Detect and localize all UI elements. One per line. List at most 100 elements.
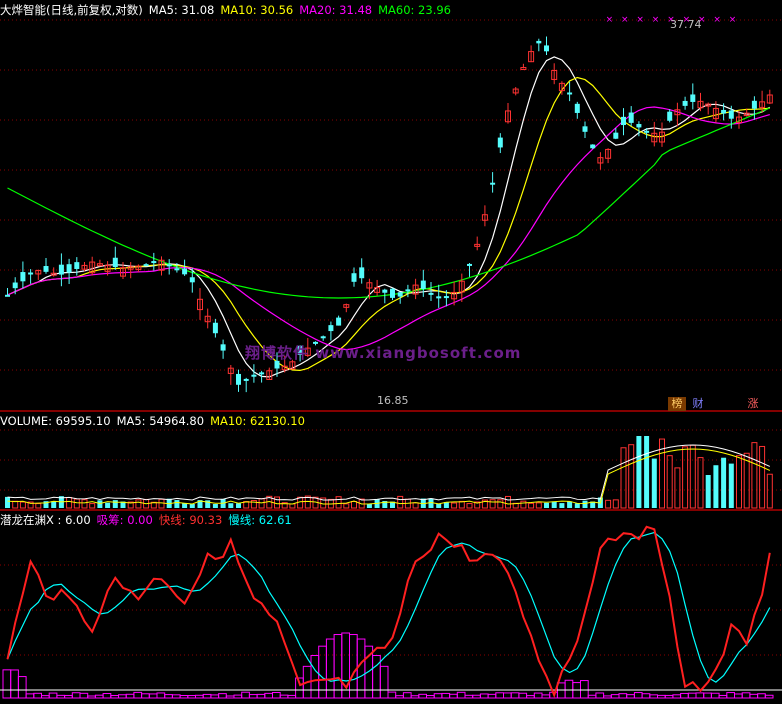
volume-bar: [73, 498, 80, 509]
volume-bar: [666, 455, 673, 509]
accumulation-bar: [310, 655, 320, 699]
volume-bar: [343, 503, 350, 509]
vol-ma5-label: MA5: 54964.80: [116, 414, 205, 428]
candle: [182, 268, 188, 275]
candle: [636, 124, 642, 128]
candle: [251, 374, 257, 377]
volume-bar: [182, 503, 188, 508]
volume-bar: [674, 467, 681, 509]
candle: [644, 130, 650, 133]
volume-bar: [135, 499, 142, 509]
accumulation-bar: [510, 692, 520, 699]
accumulation-bar: [179, 695, 189, 699]
candle: [728, 110, 734, 119]
candle: [382, 289, 388, 293]
signal-marker: ×: [652, 15, 660, 25]
ma10-line: [7, 76, 770, 372]
tag-bang[interactable]: 榜: [668, 397, 686, 411]
candle: [20, 272, 26, 282]
accumulation-bar: [325, 638, 335, 699]
volume-bar: [35, 503, 42, 509]
volume-bar: [605, 499, 612, 509]
main-panel-header: 大烨智能(日线,前复权,对数) MA5: 31.08 MA10: 30.56 MA20…: [0, 2, 457, 18]
accumulation-bar: [241, 691, 250, 699]
candle: [189, 277, 195, 283]
accumulation-bar: [734, 693, 743, 699]
accumulation-bar: [256, 693, 266, 699]
ma-lines: [7, 56, 771, 378]
accumulation-bar: [125, 693, 135, 699]
accumulation-bar: [426, 695, 435, 699]
candle: [5, 294, 10, 297]
grid-lines: [0, 19, 782, 656]
volume-bar: [274, 496, 280, 509]
volume-bar: [5, 496, 10, 508]
accumulation-bar: [441, 692, 451, 699]
candle: [690, 94, 696, 102]
accumulation-bar: [87, 695, 96, 699]
accumulation-bar: [541, 694, 551, 699]
volume-bar: [628, 444, 635, 509]
xichou-label: 吸筹: 0.00: [96, 513, 153, 527]
accumulation-bar: [156, 692, 166, 699]
candle: [574, 103, 580, 113]
accumulation-bar: [672, 694, 682, 699]
ma5-line: [7, 56, 771, 378]
candle: [359, 267, 365, 279]
candle: [28, 272, 34, 275]
ma5-label: MA5: 31.08: [148, 3, 215, 17]
accumulation-bar: [449, 693, 458, 699]
accumulation-bar: [118, 694, 127, 699]
accumulation-bar: [33, 692, 42, 699]
accumulation-bar: [657, 694, 666, 699]
volume-bar: [397, 495, 404, 509]
indicator-lines: [0, 525, 782, 699]
candle: [143, 264, 149, 267]
accumulation-bar: [64, 694, 73, 699]
candle: [443, 296, 449, 299]
accumulation-bar: [749, 693, 759, 699]
accumulation-bar: [487, 693, 497, 699]
volume-bar: [551, 501, 557, 508]
candle: [582, 126, 588, 132]
volume-bar: [651, 458, 657, 508]
volume-bar: [689, 444, 696, 509]
candle: [467, 263, 472, 266]
volume-bar: [89, 503, 96, 509]
tag-cai[interactable]: 财: [689, 397, 707, 411]
candle: [328, 325, 334, 332]
slow-line: [6, 531, 771, 683]
stock-title[interactable]: 大烨智能(日线,前复权,对数): [0, 3, 143, 17]
accumulation-bar: [372, 655, 381, 699]
accumulation-bar: [48, 692, 58, 699]
candle: [112, 257, 118, 267]
accumulation-bar: [410, 695, 420, 699]
candle: [74, 262, 80, 269]
accumulation-bar: [171, 694, 181, 699]
accumulation-bar: [718, 694, 728, 699]
accumulation-bar: [272, 692, 281, 699]
candle: [567, 92, 573, 95]
candle: [420, 280, 426, 289]
kuaixian-label: 快线: 90.33: [158, 513, 223, 527]
accumulation-bar: [641, 693, 651, 699]
accumulation-bar: [703, 692, 712, 699]
accumulation-bar: [333, 634, 343, 699]
candle: [212, 322, 218, 334]
candle: [544, 45, 549, 52]
accumulation-bar: [110, 695, 120, 699]
volume-bar: [335, 496, 342, 509]
volume-bar: [582, 500, 588, 508]
tag-zhang[interactable]: 涨: [744, 397, 762, 411]
accumulation-bar: [94, 694, 104, 699]
candle: [66, 264, 72, 273]
candle: [428, 292, 434, 295]
accumulation-bar: [402, 692, 412, 699]
candle: [166, 264, 172, 267]
indicator-name[interactable]: 潜龙在渊X : 6.00: [0, 513, 91, 527]
accumulation-bar: [202, 693, 212, 699]
accumulation-bar: [148, 693, 158, 699]
accumulation-bar: [141, 693, 150, 699]
candle: [497, 137, 503, 148]
accumulation-bar: [10, 669, 19, 699]
